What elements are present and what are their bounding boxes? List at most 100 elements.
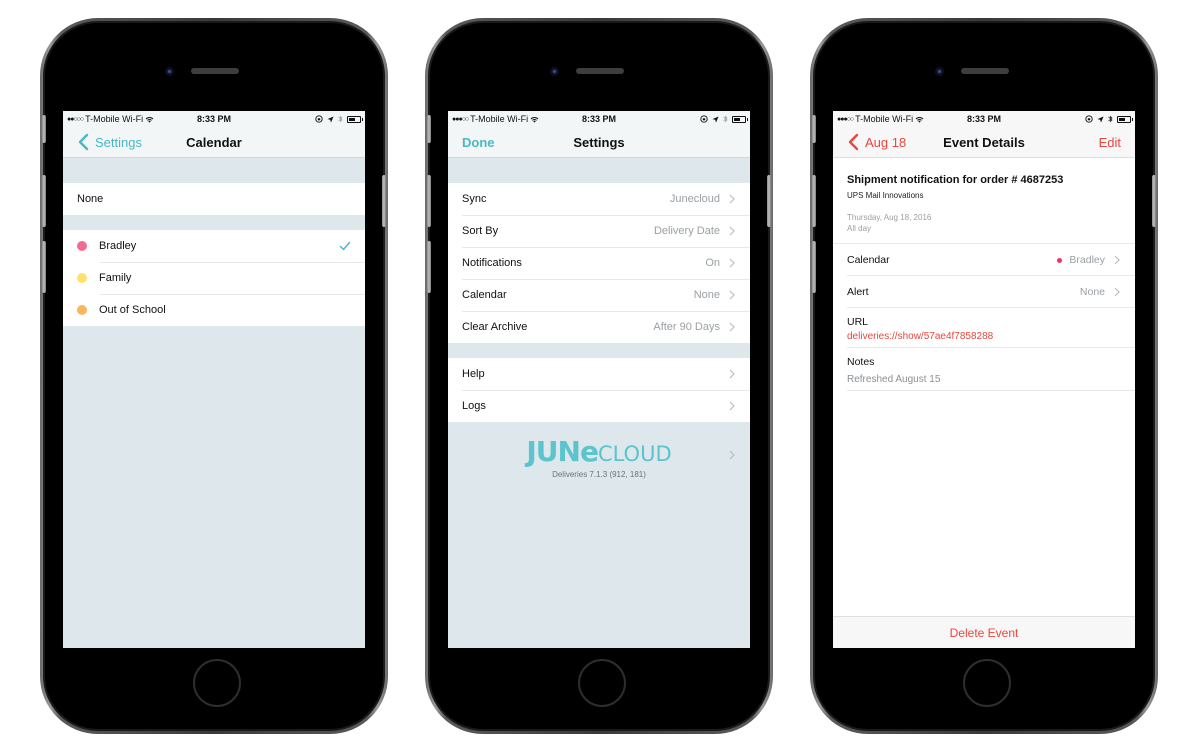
url-link[interactable]: deliveries://show/57ae4f7858288 [847, 331, 1121, 342]
chevron-right-icon [729, 401, 735, 411]
signal-strength-icon: ●●○○○ [67, 115, 84, 123]
event-date: Thursday, Aug 18, 2016 [847, 213, 932, 222]
carrier-label: T-Mobile Wi-Fi [85, 114, 144, 124]
back-button[interactable]: Settings [77, 133, 142, 151]
chevron-right-icon [729, 226, 735, 236]
location-icon [1097, 115, 1104, 123]
chevron-right-icon [1114, 255, 1120, 265]
setting-value: Junecloud [669, 193, 720, 205]
url-label: URL [847, 316, 869, 328]
setting-label: Logs [462, 400, 486, 412]
done-label: Done [462, 134, 495, 150]
setting-row-help[interactable]: Help [448, 358, 750, 390]
calendar-option-none[interactable]: None [63, 183, 365, 215]
earpiece-speaker [191, 68, 239, 74]
event-header: Shipment notification for order # 468725… [833, 158, 1135, 244]
front-camera [550, 67, 559, 76]
earpiece-speaker [961, 68, 1009, 74]
back-label: Aug 18 [865, 134, 907, 150]
rotation-lock-icon [315, 115, 323, 123]
home-button[interactable] [963, 659, 1011, 707]
rotation-lock-icon [700, 115, 708, 123]
calendar-color-dot [77, 241, 87, 251]
delete-event-button[interactable]: Delete Event [833, 616, 1135, 648]
power-button [382, 175, 386, 227]
back-button[interactable]: Aug 18 [847, 133, 906, 151]
event-notes-section: Notes Refreshed August 15 [833, 348, 1135, 391]
chevron-right-icon [729, 450, 735, 460]
setting-label: Calendar [462, 289, 507, 301]
chevron-right-icon [1114, 287, 1120, 297]
navigation-bar: Aug 18 Event Details Edit [833, 127, 1135, 158]
chevron-right-icon [729, 258, 735, 268]
location-icon [712, 115, 719, 123]
volume-up-button [42, 175, 46, 227]
status-bar: ●●●○○ T-Mobile Wi-Fi 8:33 PM [833, 111, 1135, 127]
volume-up-button [427, 175, 431, 227]
event-subtitle: UPS Mail Innovations [847, 191, 924, 200]
calendar-option-out-of-school[interactable]: Out of School [63, 294, 365, 326]
calendar-color-dot [77, 273, 87, 283]
mute-switch [42, 115, 46, 143]
screen: ●●○○○ T-Mobile Wi-Fi 8:33 PM Settings Ca… [63, 111, 365, 648]
phone-event-details: ●●●○○ T-Mobile Wi-Fi 8:33 PM Aug 18 Even… [810, 18, 1158, 734]
bluetooth-icon [723, 115, 728, 123]
volume-up-button [812, 175, 816, 227]
setting-row-sort-by[interactable]: Sort By Delivery Date [448, 215, 750, 247]
row-label: Calendar [847, 254, 890, 266]
calendar-option-family[interactable]: Family [63, 262, 365, 294]
event-all-day: All day [847, 224, 872, 233]
home-button[interactable] [578, 659, 626, 707]
setting-label: Notifications [462, 257, 522, 269]
navigation-bar: Settings Calendar [63, 127, 365, 158]
wifi-icon [530, 116, 539, 123]
setting-row-sync[interactable]: Sync Junecloud [448, 183, 750, 215]
row-label: Alert [847, 286, 869, 298]
setting-row-notifications[interactable]: Notifications On [448, 247, 750, 279]
mute-switch [427, 115, 431, 143]
notes-text: Refreshed August 15 [847, 374, 941, 385]
setting-value: After 90 Days [653, 321, 720, 333]
front-camera [165, 67, 174, 76]
calendar-option-bradley[interactable]: Bradley [63, 230, 365, 262]
chevron-left-icon [78, 133, 89, 151]
event-alert-row[interactable]: Alert None [833, 276, 1135, 308]
setting-value: Delivery Date [653, 225, 720, 237]
power-button [1152, 175, 1156, 227]
none-group: None [63, 183, 365, 215]
app-version: Deliveries 7.1.3 (912, 181) [552, 470, 646, 479]
checkmark-icon [339, 241, 351, 251]
chevron-right-icon [729, 322, 735, 332]
rotation-lock-icon [1085, 115, 1093, 123]
signal-strength-icon: ●●●○○ [837, 115, 854, 123]
power-button [767, 175, 771, 227]
setting-label: Help [462, 368, 485, 380]
volume-down-button [427, 241, 431, 293]
mute-switch [812, 115, 816, 143]
chevron-right-icon [729, 290, 735, 300]
setting-row-logs[interactable]: Logs [448, 390, 750, 422]
row-value: Bradley [1069, 254, 1105, 266]
status-bar: ●●●○○ T-Mobile Wi-Fi 8:33 PM [448, 111, 750, 127]
chevron-left-icon [848, 133, 859, 151]
edit-button[interactable]: Edit [1099, 135, 1121, 150]
done-button[interactable]: Done [462, 135, 495, 150]
setting-row-clear-archive[interactable]: Clear Archive After 90 Days [448, 311, 750, 343]
setting-row-calendar[interactable]: Calendar None [448, 279, 750, 311]
event-calendar-row[interactable]: Calendar Bradley [833, 244, 1135, 276]
row-value: None [1079, 286, 1105, 298]
wifi-icon [145, 116, 154, 123]
carrier-label: T-Mobile Wi-Fi [470, 114, 529, 124]
setting-label: Clear Archive [462, 321, 528, 333]
junecloud-about-link[interactable]: JUNe CLOUD Deliveries 7.1.3 (912, 181) [448, 422, 750, 492]
phone-calendar: ●●○○○ T-Mobile Wi-Fi 8:33 PM Settings Ca… [40, 18, 388, 734]
home-button[interactable] [193, 659, 241, 707]
event-url-section: URL deliveries://show/57ae4f7858288 [833, 308, 1135, 348]
calendar-name: Family [99, 272, 132, 284]
wifi-icon [915, 116, 924, 123]
phone-settings: ●●●○○ T-Mobile Wi-Fi 8:33 PM Done Settin… [425, 18, 773, 734]
calendar-color-dot [1057, 257, 1063, 263]
volume-down-button [42, 241, 46, 293]
